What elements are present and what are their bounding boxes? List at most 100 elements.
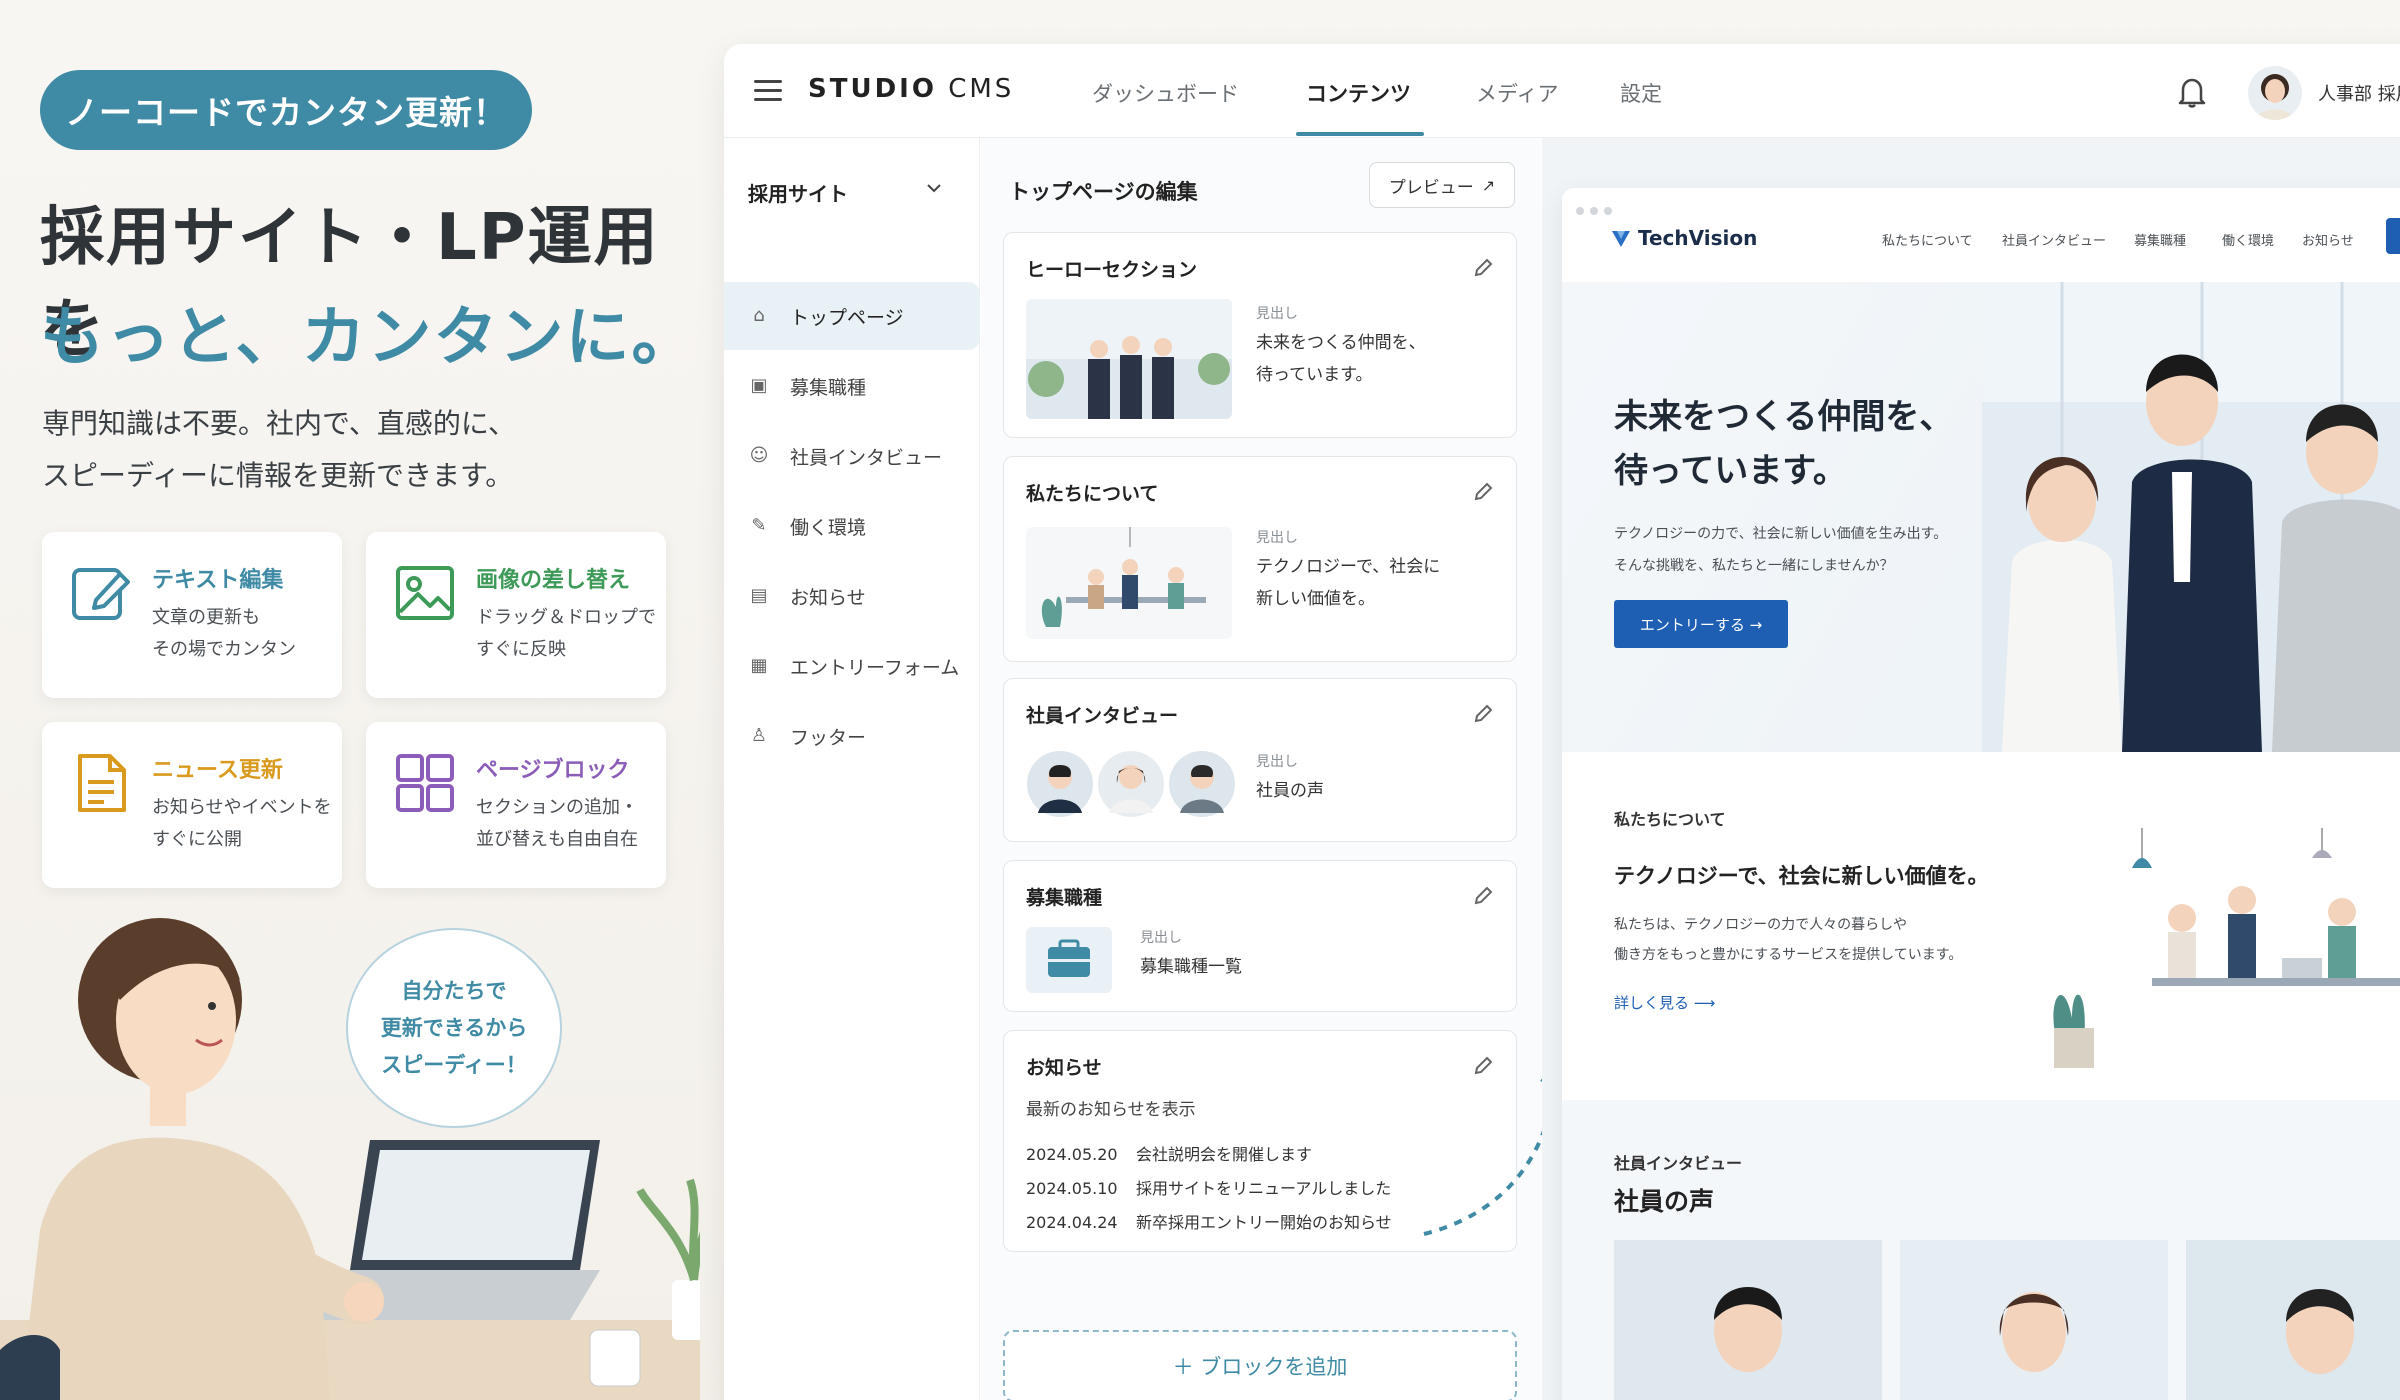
promo-panel: ノーコードでカンタン更新！ 採用サイト・LP運用を もっと、カンタンに。 専門知… — [0, 0, 700, 1400]
avatar[interactable] — [2248, 66, 2302, 120]
hero-text: テクノロジーの力で、社会に新しい価値を生み出す。 そんな挑戦を、私たちと一緒にしま… — [1614, 526, 1948, 574]
document-icon — [78, 754, 126, 812]
feature-title: 画像の差し替え — [476, 568, 631, 593]
preview-nav-interviews[interactable]: 社員インタビュー — [2002, 230, 2106, 249]
block-title: お知らせ — [1026, 1057, 1102, 1079]
field-label: 見出し — [1256, 754, 1298, 770]
interview-photo[interactable] — [1614, 1240, 1882, 1400]
external-link-icon: ↗ — [1481, 175, 1496, 195]
sidebar-item-jobs[interactable]: ▣ 募集職種 — [724, 352, 980, 420]
preview-hero: 未来をつくる仲間を、 待っています。 テクノロジーの力で、社会に新しい価値を生み出… — [1562, 282, 2400, 752]
field-label: 見出し — [1256, 306, 1298, 322]
preview-button[interactable]: プレビュー ↗ — [1369, 162, 1515, 208]
about-text: 私たちは、テクノロジーの力で人々の暮らしや 働き方をもっと豊かにするサービスを提供… — [1614, 917, 1963, 963]
woman-laptop-illustration — [0, 918, 700, 1400]
sidebar-item-news[interactable]: ▤ お知らせ — [724, 562, 980, 630]
techvision-logo-icon — [1612, 231, 1630, 247]
lead-line2: スピーディーに情報を更新できます。 — [42, 459, 514, 492]
techvision-logo: TechVision — [1610, 226, 1757, 250]
home-icon: ⌂ — [753, 305, 765, 326]
interview-photo[interactable] — [2186, 1240, 2400, 1400]
edit-icon — [72, 568, 130, 620]
feature-title: テキスト編集 — [152, 568, 284, 593]
news-row: 2024.05.20 会社説明会を開催します — [1026, 1145, 1313, 1164]
add-block-button[interactable]: ＋ ブロックを追加 — [1003, 1330, 1517, 1400]
field-value: テクノロジーで、社会に 新しい価値を。 — [1256, 557, 1441, 609]
sidebar-item-environment[interactable]: ✎ 働く環境 — [724, 492, 980, 560]
feature-title: ページブロック — [476, 758, 630, 783]
sidebar-item-top-page[interactable]: ⌂ トップページ — [724, 282, 980, 350]
block-card-hero[interactable]: ヒーローセクション 見出し 未来をつくる仲間を、 待っています。 — [1003, 232, 1517, 438]
site-selector[interactable]: 採用サイト — [748, 178, 848, 207]
interview-title: 社員の声 — [1614, 1187, 1715, 1216]
news-subtitle: 最新のお知らせを表示 — [1026, 1100, 1196, 1120]
learn-more-link[interactable]: 詳しく見る ⟶ — [1614, 992, 1715, 1013]
sidebar-item-interviews[interactable]: ☺ 社員インタビュー — [724, 422, 980, 490]
block-title: 社員インタビュー — [1026, 705, 1179, 727]
headline-line2: もっと、カンタンに。 — [40, 301, 698, 375]
site-preview: TechVision 私たちについて 社員インタビュー 募集職種 働く環境 お知… — [1562, 188, 2400, 1400]
hamburger-menu-icon[interactable] — [754, 80, 782, 102]
nav-settings[interactable]: 設定 — [1620, 78, 1662, 108]
sidebar-item-entry-form[interactable]: ▦ エントリーフォーム — [724, 632, 980, 700]
preview-nav-news[interactable]: お知らせ — [2302, 230, 2354, 249]
interview-label: 社員インタビュー — [1614, 1154, 1743, 1173]
edit-pencil-icon[interactable] — [1472, 481, 1494, 503]
window-dots — [1576, 200, 1618, 219]
preview-nav-environment[interactable]: 働く環境 — [2222, 230, 2274, 249]
blocks-icon — [396, 754, 454, 812]
sidebar-item-footer[interactable]: ♙ フッター — [724, 702, 980, 770]
footer-icon: ♙ — [750, 725, 768, 746]
hero-thumbnail — [1026, 299, 1232, 419]
feature-card-image-swap: 画像の差し替え ドラッグ＆ドロップで すぐに反映 — [366, 532, 666, 698]
hero-photo-team — [1982, 282, 2400, 752]
chevron-down-icon[interactable] — [924, 178, 944, 198]
interview-photo[interactable] — [1900, 1240, 2168, 1400]
field-value: 募集職種一覧 — [1140, 957, 1242, 977]
user-name[interactable]: 人事部 採用 — [2318, 80, 2400, 106]
field-value: 社員の声 — [1256, 781, 1324, 801]
hero-title: 未来をつくる仲間を、 待っています。 — [1614, 397, 1954, 491]
nav-active-indicator — [1296, 132, 1424, 136]
nav-media[interactable]: メディア — [1476, 78, 1559, 108]
nocode-badge: ノーコードでカンタン更新！ — [40, 70, 532, 150]
feature-title: ニュース更新 — [152, 758, 283, 783]
form-icon: ▦ — [750, 655, 768, 676]
feature-desc: ドラッグ＆ドロップで すぐに反映 — [476, 607, 656, 660]
preview-nav-jobs[interactable]: 募集職種 — [2134, 230, 2186, 249]
edit-pencil-icon[interactable] — [1472, 257, 1494, 279]
pen-icon: ✎ — [751, 515, 767, 536]
editor-title: トップページの編集 — [1009, 180, 1198, 204]
sidebar: 採用サイト ⌂ トップページ ▣ 募集職種 ☺ 社員インタビュー ✎ 働く環境 ▤ お知ら… — [724, 138, 980, 1400]
briefcase-icon — [1026, 927, 1112, 993]
block-title: ヒーローセクション — [1026, 259, 1198, 281]
preview-nav-about[interactable]: 私たちについて — [1882, 230, 1973, 249]
block-title: 私たちについて — [1026, 483, 1159, 505]
about-label: 私たちについて — [1614, 810, 1726, 829]
preview-nav-cta[interactable] — [2386, 218, 2400, 254]
bell-icon[interactable] — [2174, 74, 2210, 110]
about-title: テクノロジーで、社会に新しい価値を。 — [1614, 864, 1989, 888]
news-row: 2024.04.24 新卒採用エントリー開始のお知らせ — [1026, 1213, 1392, 1232]
feature-desc: セクションの追加・ 並び替えも自由自在 — [476, 797, 638, 850]
cms-window: STUDIO CMS ダッシュボード コンテンツ メディア 設定 人事部 採用 … — [724, 44, 2400, 1400]
top-bar: STUDIO CMS ダッシュボード コンテンツ メディア 設定 人事部 採用 — [724, 44, 2400, 138]
field-value: 未来をつくる仲間を、 待っています。 — [1256, 333, 1426, 385]
speech-bubble: 自分たちで 更新できるから スピーディー！ — [346, 928, 562, 1128]
feature-card-text-edit: テキスト編集 文章の更新も その場でカンタン — [42, 532, 342, 698]
nav-dashboard[interactable]: ダッシュボード — [1092, 78, 1239, 108]
feature-desc: 文章の更新も その場でカンタン — [152, 607, 296, 660]
document-icon: ▤ — [750, 585, 768, 606]
block-title: 募集職種 — [1026, 887, 1103, 909]
entry-button[interactable]: エントリーする → — [1614, 600, 1788, 648]
feature-desc: お知らせやイベントを すぐに公開 — [152, 797, 332, 850]
lead-text: 専門知識は不要。社内で、直感的に、 スピーディーに情報を更新できます。 — [42, 398, 682, 502]
image-icon — [396, 566, 454, 620]
cms-logo[interactable]: STUDIO CMS — [808, 74, 1014, 104]
about-thumbnail — [1026, 527, 1232, 639]
nav-contents[interactable]: コンテンツ — [1306, 78, 1411, 108]
lead-line1: 専門知識は不要。社内で、直感的に、 — [42, 407, 517, 440]
field-label: 見出し — [1140, 930, 1182, 946]
news-row: 2024.05.10 採用サイトをリニューアルしました — [1026, 1179, 1392, 1198]
interview-avatars — [1027, 751, 1235, 817]
